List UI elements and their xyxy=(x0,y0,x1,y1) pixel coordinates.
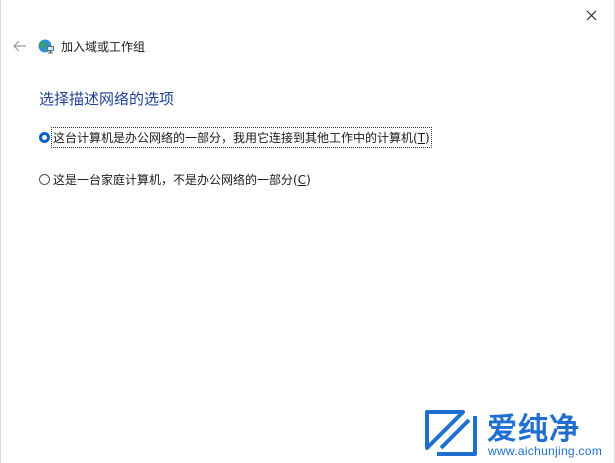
office-network-radio[interactable] xyxy=(39,132,50,143)
network-globe-icon xyxy=(38,39,54,54)
page-heading: 选择描述网络的选项 xyxy=(39,90,175,108)
back-arrow-icon xyxy=(13,40,26,52)
home-computer-label: 这是一台家庭计算机，不是办公网络的一部分(C) xyxy=(53,173,311,187)
window-title: 加入域或工作组 xyxy=(61,39,146,54)
brand-url: www.aichunjing.com xyxy=(488,444,603,458)
watermark: 爱纯净 www.aichunjing.com xyxy=(421,404,613,460)
join-domain-workgroup-window: 加入域或工作组 选择描述网络的选项 这台计算机是办公网络的一部分，我用它连接到其… xyxy=(0,0,615,463)
back-button[interactable] xyxy=(9,36,31,56)
option-home-computer[interactable]: 这是一台家庭计算机，不是办公网络的一部分(C) xyxy=(39,171,311,188)
office-network-label: 这台计算机是办公网络的一部分，我用它连接到其他工作中的计算机(T) xyxy=(51,127,432,148)
brand-logo-icon xyxy=(425,410,477,456)
close-icon xyxy=(586,10,596,20)
option-office-network[interactable]: 这台计算机是办公网络的一部分，我用它连接到其他工作中的计算机(T) xyxy=(39,127,432,148)
close-button[interactable] xyxy=(578,4,604,26)
brand-name: 爱纯净 xyxy=(487,412,580,447)
window-header: 加入域或工作组 xyxy=(9,36,145,56)
home-computer-radio[interactable] xyxy=(39,174,50,185)
